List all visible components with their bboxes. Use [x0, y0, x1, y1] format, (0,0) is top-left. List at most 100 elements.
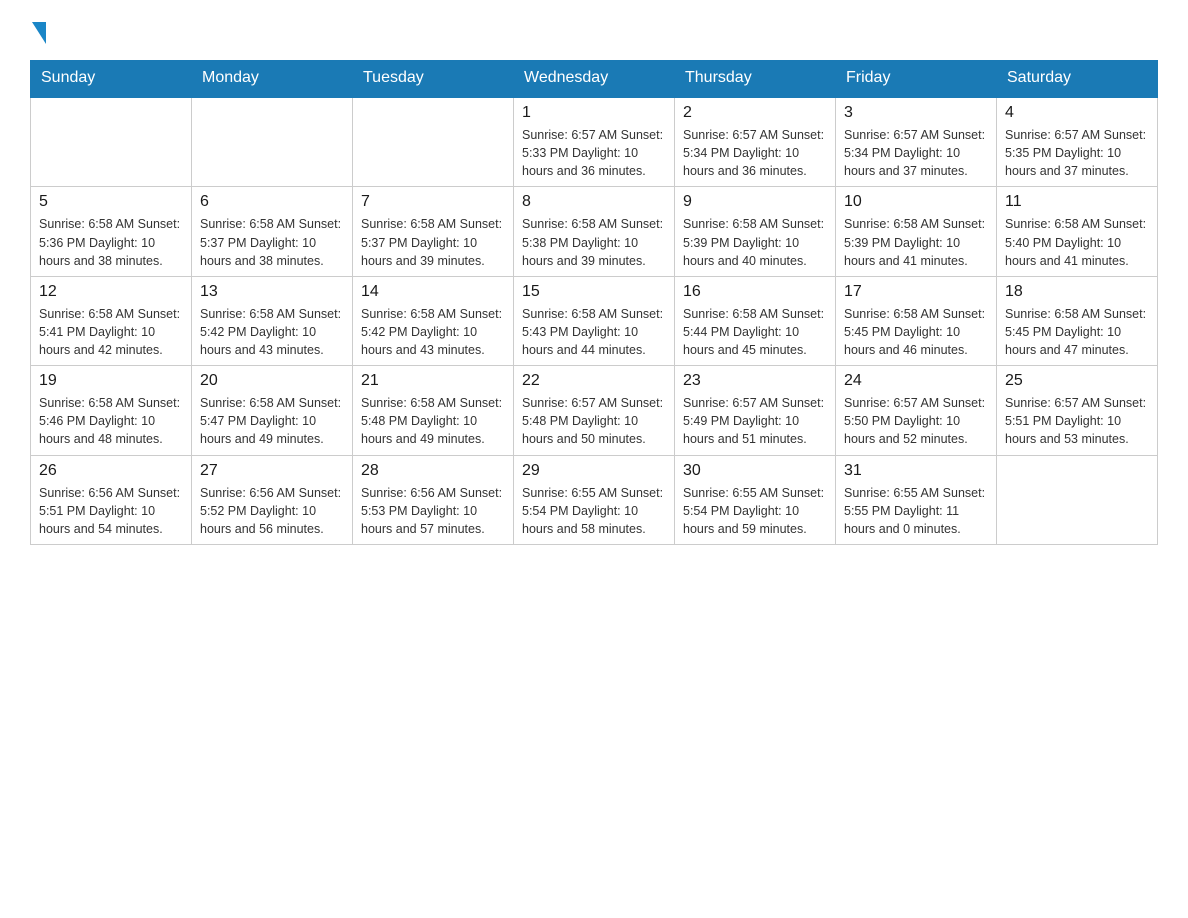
weekday-header-thursday: Thursday [675, 61, 836, 97]
day-info: Sunrise: 6:56 AM Sunset: 5:52 PM Dayligh… [200, 484, 344, 538]
day-number: 29 [522, 462, 666, 480]
day-number: 21 [361, 372, 505, 390]
day-number: 2 [683, 104, 827, 122]
day-info: Sunrise: 6:58 AM Sunset: 5:47 PM Dayligh… [200, 394, 344, 448]
calendar-cell: 20 Sunrise: 6:58 AM Sunset: 5:47 PM Dayli… [192, 366, 353, 455]
calendar-cell: 22Sunrise: 6:57 AM Sunset: 5:48 PM Dayli… [514, 366, 675, 455]
calendar-cell: 30 Sunrise: 6:55 AM Sunset: 5:54 PM Dayli… [675, 455, 836, 544]
calendar-cell [353, 97, 514, 187]
calendar-table: SundayMondayTuesdayWednesdayThursdayFrid… [30, 60, 1158, 545]
day-info: Sunrise: 6:58 AM Sunset: 5:39 PM Dayligh… [844, 215, 988, 269]
day-info: Sunrise: 6:57 AM Sunset: 5:34 PM Dayligh… [683, 126, 827, 180]
day-number: 14 [361, 283, 505, 301]
weekday-header-tuesday: Tuesday [353, 61, 514, 97]
calendar-week-row-1: 1 Sunrise: 6:57 AM Sunset: 5:33 PM Daylig… [31, 97, 1158, 187]
day-number: 26 [39, 462, 183, 480]
day-info: Sunrise: 6:58 AM Sunset: 5:45 PM Dayligh… [1005, 305, 1149, 359]
day-info: Sunrise: 6:58 AM Sunset: 5:48 PM Dayligh… [361, 394, 505, 448]
day-info: Sunrise: 6:58 AM Sunset: 5:46 PM Dayligh… [39, 394, 183, 448]
calendar-cell: 31 Sunrise: 6:55 AM Sunset: 5:55 PM Dayli… [836, 455, 997, 544]
day-number: 1 [522, 104, 666, 122]
day-number: 12 [39, 283, 183, 301]
day-info: Sunrise: 6:58 AM Sunset: 5:38 PM Dayligh… [522, 215, 666, 269]
day-number: 7 [361, 193, 505, 211]
calendar-week-row-5: 26 Sunrise: 6:56 AM Sunset: 5:51 PM Dayli… [31, 455, 1158, 544]
day-number: 16 [683, 283, 827, 301]
calendar-cell: 1 Sunrise: 6:57 AM Sunset: 5:33 PM Daylig… [514, 97, 675, 187]
calendar-cell: 3 Sunrise: 6:57 AM Sunset: 5:34 PM Daylig… [836, 97, 997, 187]
day-info: Sunrise: 6:58 AM Sunset: 5:36 PM Dayligh… [39, 215, 183, 269]
calendar-cell: 23 Sunrise: 6:57 AM Sunset: 5:49 PM Dayli… [675, 366, 836, 455]
calendar-week-row-4: 19 Sunrise: 6:58 AM Sunset: 5:46 PM Dayli… [31, 366, 1158, 455]
calendar-cell: 21 Sunrise: 6:58 AM Sunset: 5:48 PM Dayli… [353, 366, 514, 455]
calendar-cell: 28Sunrise: 6:56 AM Sunset: 5:53 PM Dayli… [353, 455, 514, 544]
day-info: Sunrise: 6:55 AM Sunset: 5:55 PM Dayligh… [844, 484, 988, 538]
calendar-cell: 16 Sunrise: 6:58 AM Sunset: 5:44 PM Dayli… [675, 276, 836, 365]
weekday-header-saturday: Saturday [997, 61, 1158, 97]
calendar-cell: 14 Sunrise: 6:58 AM Sunset: 5:42 PM Dayli… [353, 276, 514, 365]
day-number: 20 [200, 372, 344, 390]
day-info: Sunrise: 6:58 AM Sunset: 5:43 PM Dayligh… [522, 305, 666, 359]
calendar-cell: 8 Sunrise: 6:58 AM Sunset: 5:38 PM Daylig… [514, 187, 675, 276]
calendar-cell: 24 Sunrise: 6:57 AM Sunset: 5:50 PM Dayli… [836, 366, 997, 455]
day-info: Sunrise: 6:57 AM Sunset: 5:33 PM Dayligh… [522, 126, 666, 180]
calendar-cell: 18 Sunrise: 6:58 AM Sunset: 5:45 PM Dayli… [997, 276, 1158, 365]
day-number: 4 [1005, 104, 1149, 122]
calendar-cell: 12Sunrise: 6:58 AM Sunset: 5:41 PM Dayli… [31, 276, 192, 365]
calendar-cell: 11 Sunrise: 6:58 AM Sunset: 5:40 PM Dayli… [997, 187, 1158, 276]
day-info: Sunrise: 6:55 AM Sunset: 5:54 PM Dayligh… [683, 484, 827, 538]
day-info: Sunrise: 6:56 AM Sunset: 5:53 PM Dayligh… [361, 484, 505, 538]
logo [30, 20, 46, 40]
day-number: 18 [1005, 283, 1149, 301]
day-number: 31 [844, 462, 988, 480]
day-number: 15 [522, 283, 666, 301]
weekday-header-monday: Monday [192, 61, 353, 97]
day-number: 23 [683, 372, 827, 390]
day-info: Sunrise: 6:57 AM Sunset: 5:49 PM Dayligh… [683, 394, 827, 448]
day-number: 3 [844, 104, 988, 122]
calendar-cell: 13 Sunrise: 6:58 AM Sunset: 5:42 PM Dayli… [192, 276, 353, 365]
calendar-cell: 5 Sunrise: 6:58 AM Sunset: 5:36 PM Daylig… [31, 187, 192, 276]
day-number: 6 [200, 193, 344, 211]
day-info: Sunrise: 6:58 AM Sunset: 5:44 PM Dayligh… [683, 305, 827, 359]
day-number: 11 [1005, 193, 1149, 211]
calendar-cell [997, 455, 1158, 544]
calendar-cell [192, 97, 353, 187]
day-info: Sunrise: 6:57 AM Sunset: 5:50 PM Dayligh… [844, 394, 988, 448]
calendar-cell: 17Sunrise: 6:58 AM Sunset: 5:45 PM Dayli… [836, 276, 997, 365]
day-info: Sunrise: 6:55 AM Sunset: 5:54 PM Dayligh… [522, 484, 666, 538]
day-number: 9 [683, 193, 827, 211]
day-number: 13 [200, 283, 344, 301]
logo-triangle-icon [32, 22, 46, 44]
day-info: Sunrise: 6:57 AM Sunset: 5:51 PM Dayligh… [1005, 394, 1149, 448]
day-number: 10 [844, 193, 988, 211]
calendar-cell: 29 Sunrise: 6:55 AM Sunset: 5:54 PM Dayli… [514, 455, 675, 544]
weekday-header-row: SundayMondayTuesdayWednesdayThursdayFrid… [31, 61, 1158, 97]
day-number: 8 [522, 193, 666, 211]
calendar-cell: 10 Sunrise: 6:58 AM Sunset: 5:39 PM Dayli… [836, 187, 997, 276]
day-number: 17 [844, 283, 988, 301]
weekday-header-sunday: Sunday [31, 61, 192, 97]
day-number: 27 [200, 462, 344, 480]
day-info: Sunrise: 6:58 AM Sunset: 5:37 PM Dayligh… [200, 215, 344, 269]
day-info: Sunrise: 6:56 AM Sunset: 5:51 PM Dayligh… [39, 484, 183, 538]
calendar-cell: 25 Sunrise: 6:57 AM Sunset: 5:51 PM Dayli… [997, 366, 1158, 455]
calendar-week-row-3: 12Sunrise: 6:58 AM Sunset: 5:41 PM Dayli… [31, 276, 1158, 365]
weekday-header-wednesday: Wednesday [514, 61, 675, 97]
calendar-week-row-2: 5 Sunrise: 6:58 AM Sunset: 5:36 PM Daylig… [31, 187, 1158, 276]
day-info: Sunrise: 6:58 AM Sunset: 5:40 PM Dayligh… [1005, 215, 1149, 269]
page-header [30, 20, 1158, 40]
day-number: 30 [683, 462, 827, 480]
day-info: Sunrise: 6:58 AM Sunset: 5:37 PM Dayligh… [361, 215, 505, 269]
calendar-cell: 2 Sunrise: 6:57 AM Sunset: 5:34 PM Daylig… [675, 97, 836, 187]
day-info: Sunrise: 6:58 AM Sunset: 5:42 PM Dayligh… [200, 305, 344, 359]
day-number: 19 [39, 372, 183, 390]
day-info: Sunrise: 6:57 AM Sunset: 5:34 PM Dayligh… [844, 126, 988, 180]
day-number: 5 [39, 193, 183, 211]
calendar-cell: 27 Sunrise: 6:56 AM Sunset: 5:52 PM Dayli… [192, 455, 353, 544]
day-number: 25 [1005, 372, 1149, 390]
calendar-cell: 15 Sunrise: 6:58 AM Sunset: 5:43 PM Dayli… [514, 276, 675, 365]
day-number: 24 [844, 372, 988, 390]
day-number: 22 [522, 372, 666, 390]
day-info: Sunrise: 6:58 AM Sunset: 5:42 PM Dayligh… [361, 305, 505, 359]
